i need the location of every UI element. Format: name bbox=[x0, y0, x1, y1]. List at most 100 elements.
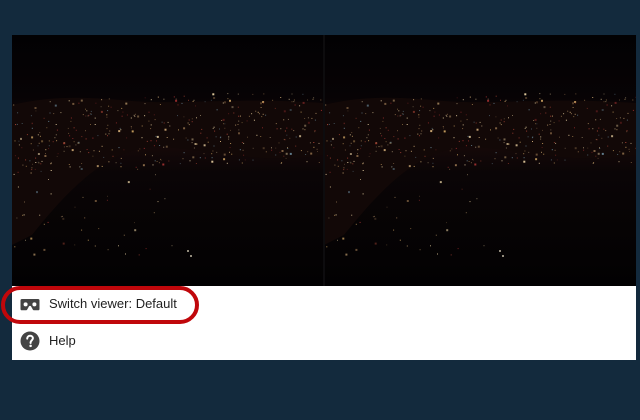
city-light bbox=[328, 217, 330, 219]
city-light bbox=[360, 179, 361, 180]
city-light bbox=[326, 155, 328, 157]
city-light bbox=[454, 164, 457, 167]
city-light bbox=[601, 109, 604, 111]
city-light bbox=[406, 117, 408, 119]
city-light bbox=[320, 99, 322, 101]
city-light bbox=[81, 136, 83, 138]
city-light bbox=[504, 100, 506, 102]
city-light bbox=[506, 143, 509, 145]
city-light bbox=[188, 99, 189, 101]
city-light bbox=[241, 162, 243, 164]
city-light bbox=[523, 157, 525, 159]
city-light bbox=[453, 125, 455, 127]
city-light bbox=[542, 143, 544, 144]
city-light bbox=[105, 133, 107, 135]
city-light bbox=[227, 93, 229, 95]
city-light bbox=[381, 166, 383, 168]
city-light bbox=[605, 101, 607, 103]
city-light bbox=[213, 126, 215, 128]
city-light bbox=[333, 123, 335, 124]
city-light bbox=[413, 99, 415, 101]
city-light bbox=[466, 160, 468, 162]
city-light bbox=[62, 242, 65, 245]
help-menu-item[interactable]: Help bbox=[12, 323, 636, 360]
city-light bbox=[175, 98, 177, 100]
city-light bbox=[199, 157, 201, 159]
city-light bbox=[169, 125, 171, 127]
city-light bbox=[286, 134, 288, 136]
city-light bbox=[344, 163, 345, 165]
city-light bbox=[391, 151, 393, 153]
city-light bbox=[313, 146, 315, 148]
city-light bbox=[151, 155, 153, 157]
city-light bbox=[504, 156, 507, 159]
city-light bbox=[223, 123, 224, 125]
city-light bbox=[317, 151, 318, 152]
city-light bbox=[435, 149, 437, 151]
city-light bbox=[144, 115, 146, 117]
city-light bbox=[550, 120, 552, 122]
city-light bbox=[551, 149, 553, 151]
city-light bbox=[173, 138, 175, 140]
city-light bbox=[112, 155, 114, 157]
city-light bbox=[541, 147, 543, 148]
city-light bbox=[30, 237, 33, 240]
city-light bbox=[41, 160, 43, 162]
city-light bbox=[162, 163, 165, 166]
city-light bbox=[515, 153, 517, 155]
city-light bbox=[159, 104, 161, 105]
city-light bbox=[106, 114, 108, 116]
city-light bbox=[347, 157, 349, 159]
city-light bbox=[294, 104, 296, 106]
city-light bbox=[161, 121, 163, 123]
city-light bbox=[607, 145, 609, 147]
city-light bbox=[619, 151, 621, 153]
city-light bbox=[101, 99, 103, 101]
city-light bbox=[281, 162, 283, 164]
city-light bbox=[284, 130, 286, 132]
city-light bbox=[555, 154, 557, 156]
city-light bbox=[491, 163, 493, 165]
city-light bbox=[196, 143, 198, 145]
city-light bbox=[146, 140, 148, 142]
city-light bbox=[309, 142, 311, 144]
city-light bbox=[182, 158, 184, 160]
city-light bbox=[80, 168, 83, 170]
city-light bbox=[457, 248, 459, 250]
city-light bbox=[60, 112, 62, 114]
city-light bbox=[554, 149, 556, 151]
city-light bbox=[536, 127, 538, 129]
city-light bbox=[121, 107, 123, 109]
city-light bbox=[465, 145, 467, 147]
city-light bbox=[483, 245, 485, 247]
city-light bbox=[465, 212, 467, 214]
city-light bbox=[315, 112, 317, 114]
city-light bbox=[365, 113, 367, 115]
city-light bbox=[293, 130, 295, 132]
city-light bbox=[614, 101, 617, 104]
city-light bbox=[148, 120, 150, 122]
city-light bbox=[155, 135, 157, 137]
city-light bbox=[21, 147, 23, 149]
city-light bbox=[190, 255, 192, 257]
city-light bbox=[503, 118, 505, 120]
city-light bbox=[524, 150, 526, 152]
city-light bbox=[518, 137, 520, 139]
city-light bbox=[343, 169, 345, 171]
city-light bbox=[148, 111, 150, 113]
city-light bbox=[74, 206, 76, 208]
city-light bbox=[177, 104, 179, 106]
city-light bbox=[418, 128, 420, 130]
vr-stereo-viewport[interactable] bbox=[12, 35, 636, 286]
city-light bbox=[80, 99, 83, 102]
city-light bbox=[372, 112, 374, 114]
city-light bbox=[614, 128, 616, 130]
city-light bbox=[288, 98, 290, 100]
city-light bbox=[563, 113, 565, 115]
city-light bbox=[531, 137, 533, 139]
city-light bbox=[181, 102, 183, 104]
city-light bbox=[262, 147, 265, 150]
city-light bbox=[312, 98, 314, 100]
city-light bbox=[300, 150, 302, 152]
switch-viewer-menu-item[interactable]: Switch viewer: Default bbox=[12, 286, 636, 323]
